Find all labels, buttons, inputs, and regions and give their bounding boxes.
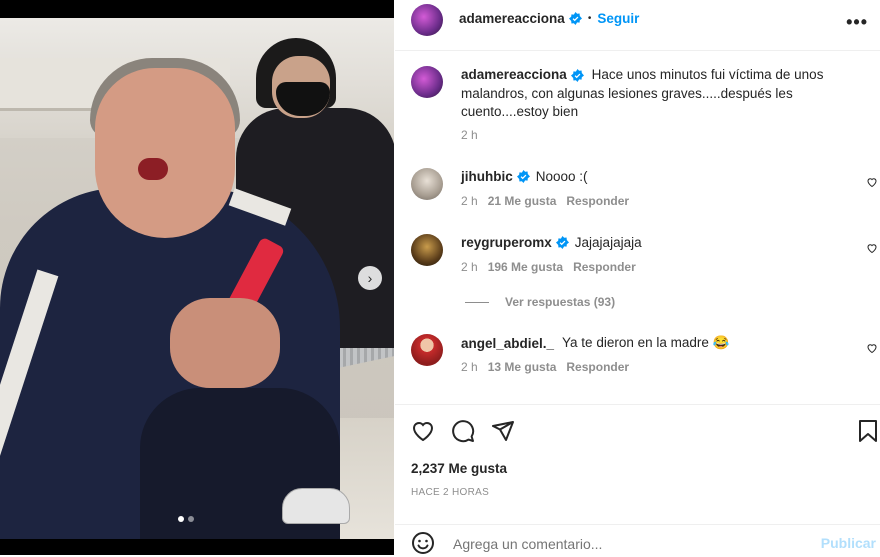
bookmark-icon[interactable]: [857, 419, 879, 443]
caption: adamereacciona Hace unos minutos fui víc…: [461, 66, 857, 122]
comment-item: angel_abdiel._ Ya te dieron en la madre …: [395, 332, 880, 378]
header-user: adamereacciona • Seguir: [459, 11, 639, 26]
separator-bullet: •: [587, 13, 592, 24]
publish-button[interactable]: Publicar: [821, 535, 876, 551]
chevron-right-icon: ›: [367, 270, 373, 286]
carousel-dot: [178, 516, 184, 522]
heart-icon[interactable]: [411, 419, 435, 443]
comment-input[interactable]: [451, 535, 815, 553]
comment-text: Ya te dieron en la madre 😂: [562, 335, 730, 350]
commenter-avatar[interactable]: [411, 168, 443, 200]
comment-text: Jajajajajaja: [574, 235, 642, 250]
comment-like-icon[interactable]: [866, 342, 878, 354]
reply-button[interactable]: Responder: [573, 260, 636, 274]
post-side-panel: adamereacciona • Seguir ••• adamereaccio…: [395, 0, 880, 555]
emoji-icon[interactable]: [411, 531, 435, 555]
more-options-icon[interactable]: •••: [846, 12, 868, 33]
commenter-username[interactable]: jihuhbic: [461, 169, 513, 184]
carousel-dot: [188, 516, 194, 522]
reply-button[interactable]: Responder: [566, 360, 629, 374]
comment-likes[interactable]: 13 Me gusta: [488, 360, 557, 374]
post-time: HACE 2 HORAS: [411, 487, 490, 498]
photo-man: [0, 48, 340, 539]
like-count[interactable]: 2,237 Me gusta: [411, 461, 507, 476]
caption-avatar[interactable]: [411, 66, 443, 98]
post-actions: 2,237 Me gusta HACE 2 HORAS Publicar: [395, 404, 880, 556]
comment-likes[interactable]: 196 Me gusta: [488, 260, 563, 274]
comment-item: reygruperomx Jajajajajaja 2 h 196 Me gus…: [395, 232, 880, 278]
photo-shoe: [282, 488, 350, 524]
comment-likes[interactable]: 21 Me gusta: [488, 194, 557, 208]
view-replies-button[interactable]: Ver respuestas (93): [465, 295, 615, 309]
commenter-avatar[interactable]: [411, 334, 443, 366]
author-username[interactable]: adamereacciona: [459, 11, 565, 26]
replies-line: [465, 301, 489, 303]
comment-icon[interactable]: [451, 419, 475, 443]
caption-username[interactable]: adamereacciona: [461, 67, 567, 82]
verified-badge-icon: [570, 68, 584, 82]
caption-time: 2 h: [461, 128, 478, 142]
verified-badge-icon: [555, 236, 569, 249]
commenter-username[interactable]: reygruperomx: [461, 235, 552, 250]
commenter-avatar[interactable]: [411, 234, 443, 266]
follow-button[interactable]: Seguir: [597, 11, 639, 26]
commenter-username[interactable]: angel_abdiel._: [461, 336, 554, 351]
reply-button[interactable]: Responder: [566, 194, 629, 208]
comment-text: Noooo :(: [535, 169, 588, 184]
carousel-next-button[interactable]: ›: [358, 266, 382, 290]
comment-time: 2 h: [461, 360, 478, 374]
author-avatar[interactable]: [411, 4, 443, 36]
verified-badge-icon: [516, 170, 530, 183]
post-image: [0, 18, 394, 539]
comment-time: 2 h: [461, 260, 478, 274]
comment-like-icon[interactable]: [866, 176, 878, 188]
comment-like-icon[interactable]: [866, 242, 878, 254]
post-header: adamereacciona • Seguir •••: [395, 0, 880, 51]
comment-time: 2 h: [461, 194, 478, 208]
comment-item: jihuhbic Noooo :( 2 h 21 Me gusta Respon…: [395, 166, 880, 212]
verified-badge-icon: [568, 12, 582, 25]
carousel-dots: [178, 516, 194, 522]
comment-composer: Publicar: [395, 524, 880, 557]
view-replies-label: Ver respuestas (93): [505, 295, 616, 309]
share-icon[interactable]: [491, 419, 515, 443]
post-photo: ›: [0, 0, 394, 555]
